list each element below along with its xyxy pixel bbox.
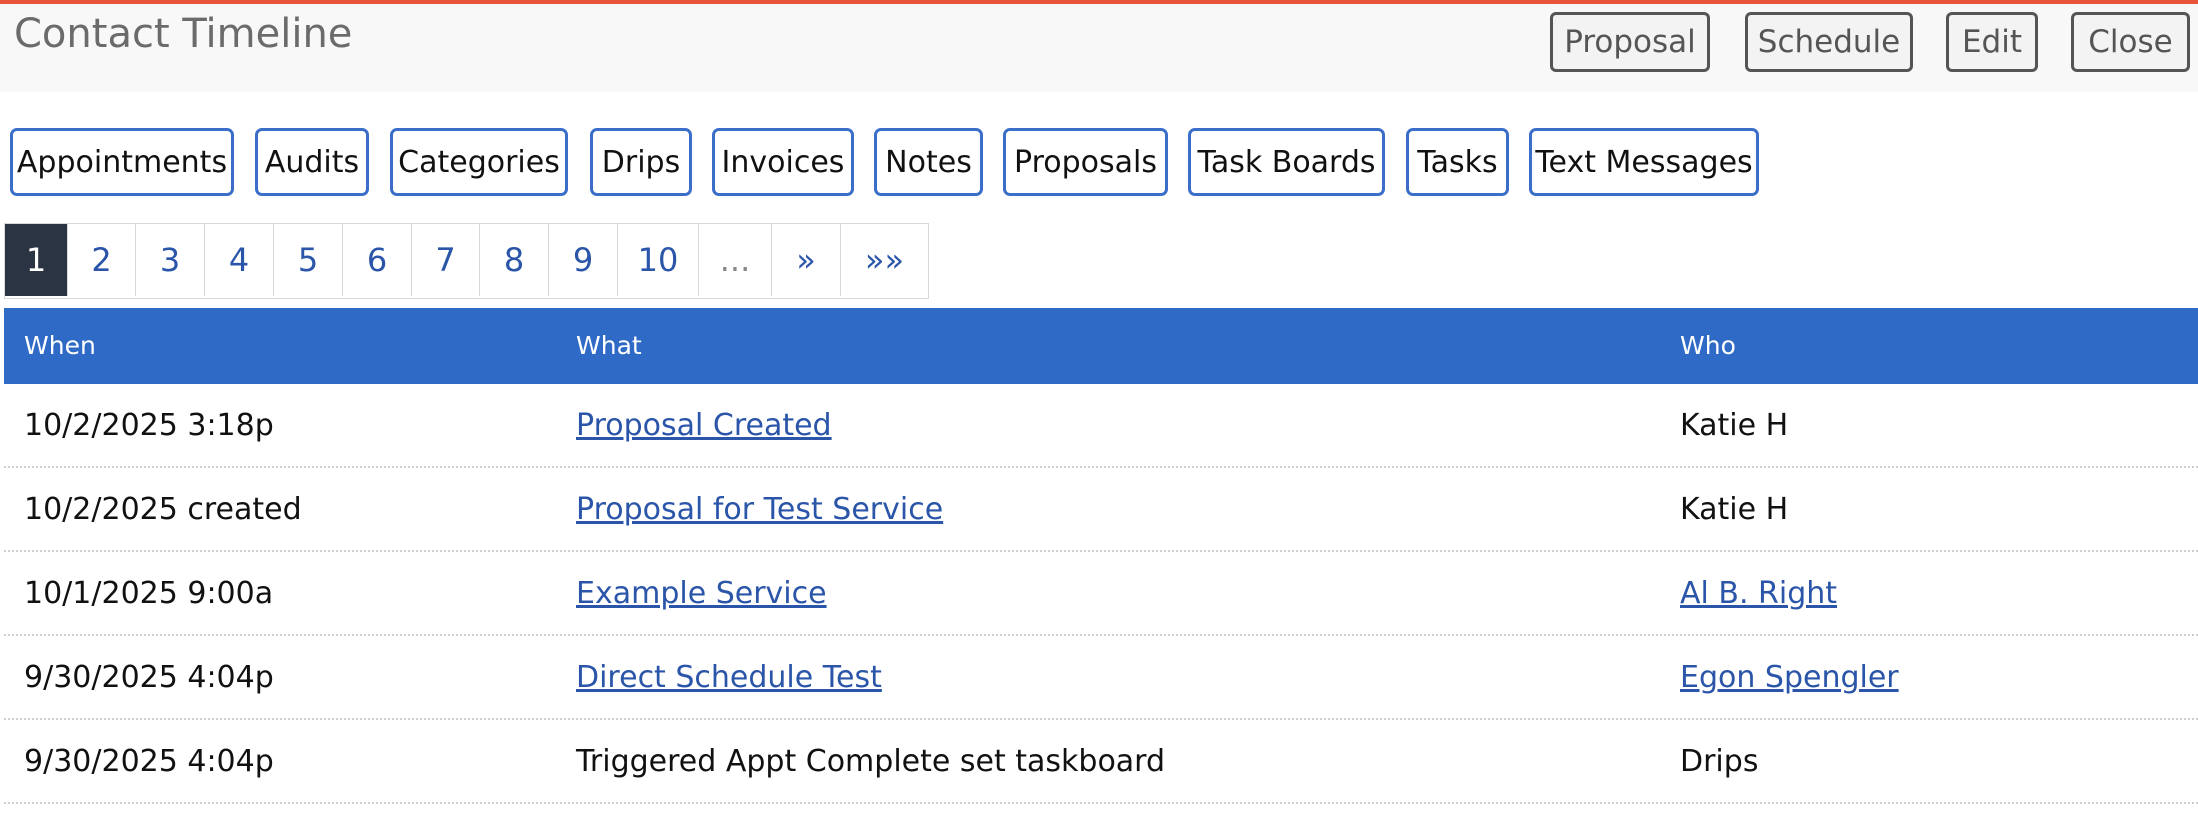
page-1-button[interactable]: 1 bbox=[5, 224, 68, 296]
page-10-button[interactable]: 10 bbox=[618, 224, 699, 296]
table-header: When What Who bbox=[4, 308, 2198, 384]
table-row: 9/30/2025 4:04p Triggered Appt Complete … bbox=[4, 720, 2198, 804]
page-6-button[interactable]: 6 bbox=[343, 224, 412, 296]
cell-what: Triggered Appt Complete set taskboard bbox=[576, 744, 1166, 779]
cell-when: 10/2/2025 created bbox=[24, 492, 302, 527]
column-header-what[interactable]: What bbox=[576, 308, 642, 384]
pagination: 1 2 3 4 5 6 7 8 9 10 ... » »» bbox=[4, 223, 929, 299]
tab-task-boards[interactable]: Task Boards bbox=[1188, 128, 1385, 196]
page-9-button[interactable]: 9 bbox=[549, 224, 618, 296]
schedule-button[interactable]: Schedule bbox=[1745, 12, 1913, 72]
category-tabs: Appointments Audits Categories Drips Inv… bbox=[0, 128, 2198, 198]
table-row: 10/2/2025 created Proposal for Test Serv… bbox=[4, 468, 2198, 552]
tab-invoices[interactable]: Invoices bbox=[712, 128, 854, 196]
cell-when: 9/30/2025 4:04p bbox=[24, 744, 274, 779]
what-link[interactable]: Proposal Created bbox=[576, 408, 832, 443]
tab-categories[interactable]: Categories bbox=[390, 128, 568, 196]
page-title: Contact Timeline bbox=[14, 11, 353, 57]
page-2-button[interactable]: 2 bbox=[68, 224, 136, 296]
edit-button[interactable]: Edit bbox=[1946, 12, 2038, 72]
tab-drips[interactable]: Drips bbox=[590, 128, 692, 196]
table-row: 10/2/2025 3:18p Proposal Created Katie H bbox=[4, 384, 2198, 468]
page-8-button[interactable]: 8 bbox=[480, 224, 549, 296]
who-link[interactable]: Al B. Right bbox=[1680, 576, 1837, 611]
header: Contact Timeline Proposal Schedule Edit … bbox=[0, 4, 2198, 92]
what-link[interactable]: Proposal for Test Service bbox=[576, 492, 943, 527]
timeline-table: When What Who 10/2/2025 3:18p Proposal C… bbox=[4, 308, 2198, 804]
tab-proposals[interactable]: Proposals bbox=[1003, 128, 1168, 196]
cell-who: Drips bbox=[1680, 744, 1759, 779]
tab-appointments[interactable]: Appointments bbox=[10, 128, 234, 196]
cell-who: Katie H bbox=[1680, 492, 1789, 527]
column-header-when[interactable]: When bbox=[24, 308, 96, 384]
cell-when: 10/2/2025 3:18p bbox=[24, 408, 274, 443]
page-5-button[interactable]: 5 bbox=[274, 224, 343, 296]
cell-when: 9/30/2025 4:04p bbox=[24, 660, 274, 695]
proposal-button[interactable]: Proposal bbox=[1550, 12, 1710, 72]
cell-when: 10/1/2025 9:00a bbox=[24, 576, 274, 611]
tab-notes[interactable]: Notes bbox=[874, 128, 983, 196]
page-4-button[interactable]: 4 bbox=[205, 224, 274, 296]
tab-tasks[interactable]: Tasks bbox=[1406, 128, 1509, 196]
page-3-button[interactable]: 3 bbox=[136, 224, 205, 296]
who-link[interactable]: Egon Spengler bbox=[1680, 660, 1899, 695]
contact-timeline-page: Contact Timeline Proposal Schedule Edit … bbox=[0, 0, 2198, 816]
column-header-who[interactable]: Who bbox=[1680, 308, 1736, 384]
tab-text-messages[interactable]: Text Messages bbox=[1529, 128, 1759, 196]
what-link[interactable]: Direct Schedule Test bbox=[576, 660, 882, 695]
table-row: 9/30/2025 4:04p Direct Schedule Test Ego… bbox=[4, 636, 2198, 720]
table-row: 10/1/2025 9:00a Example Service Al B. Ri… bbox=[4, 552, 2198, 636]
close-button[interactable]: Close bbox=[2071, 12, 2190, 72]
page-7-button[interactable]: 7 bbox=[412, 224, 480, 296]
what-link[interactable]: Example Service bbox=[576, 576, 827, 611]
tab-audits[interactable]: Audits bbox=[255, 128, 369, 196]
next-page-button[interactable]: » bbox=[772, 224, 841, 296]
last-page-button[interactable]: »» bbox=[841, 224, 928, 296]
page-ellipsis: ... bbox=[699, 224, 772, 296]
cell-who: Katie H bbox=[1680, 408, 1789, 443]
